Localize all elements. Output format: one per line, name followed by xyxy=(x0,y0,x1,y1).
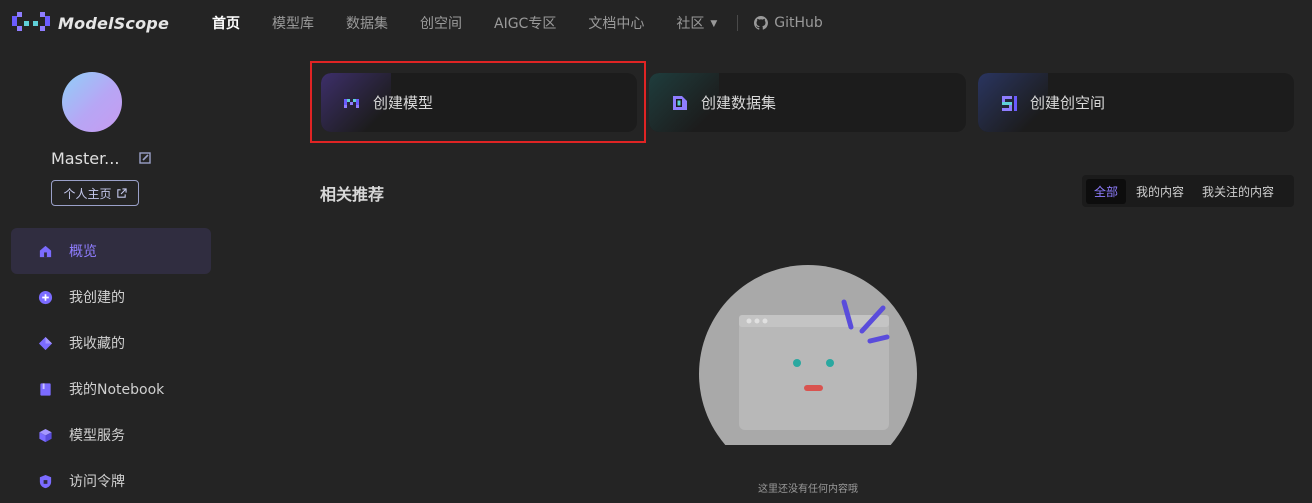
modelscope-logo-icon xyxy=(12,12,50,31)
plus-circle-icon xyxy=(38,290,53,305)
nav-studios[interactable]: 创空间 xyxy=(420,13,462,33)
home-icon xyxy=(38,244,53,259)
sidebar-item-created[interactable]: 我创建的 xyxy=(11,274,211,320)
sidebar-item-label: 我创建的 xyxy=(69,290,125,306)
recommend-filter-tabs: 全部 我的内容 我关注的内容 xyxy=(1082,175,1294,207)
token-shield-icon xyxy=(38,474,53,489)
avatar[interactable] xyxy=(62,72,122,132)
empty-state-text: 这里还没有任何内容哦 xyxy=(758,484,858,495)
sidebar-item-label: 访问令牌 xyxy=(69,474,125,490)
nav-datasets[interactable]: 数据集 xyxy=(346,13,388,33)
create-dataset-label: 创建数据集 xyxy=(701,94,777,112)
external-link-icon xyxy=(116,187,127,198)
sidebar-item-label: 模型服务 xyxy=(69,428,125,444)
personal-homepage-button[interactable]: 个人主页 xyxy=(51,180,139,206)
empty-state-illustration xyxy=(699,265,917,445)
github-link[interactable]: GitHub xyxy=(754,15,823,31)
nav-docs[interactable]: 文档中心 xyxy=(588,13,644,33)
notebook-icon xyxy=(38,382,53,397)
nav-community[interactable]: 社区 ▼ xyxy=(676,13,717,33)
model-icon xyxy=(344,98,359,108)
create-model-label: 创建模型 xyxy=(373,94,434,112)
nav-community-label: 社区 xyxy=(676,16,705,32)
sidebar-item-favorites[interactable]: 我收藏的 xyxy=(11,320,211,366)
top-navbar: ModelScope 首页 模型库 数据集 创空间 AIGC专区 文档中心 社区… xyxy=(0,0,1312,46)
main-nav: 首页 模型库 数据集 创空间 AIGC专区 文档中心 社区 ▼ GitHub xyxy=(212,0,823,46)
nav-aigc[interactable]: AIGC专区 xyxy=(494,13,556,33)
section-title-recommend: 相关推荐 xyxy=(320,185,385,204)
nav-home[interactable]: 首页 xyxy=(212,13,240,33)
sidebar-menu: 概览 我创建的 我收藏的 我的Notebook 模型服务 访问令牌 xyxy=(11,228,211,503)
sidebar-item-label: 我收藏的 xyxy=(69,336,125,352)
cube-icon xyxy=(38,428,53,443)
tab-all[interactable]: 全部 xyxy=(1086,178,1127,204)
sidebar-item-overview[interactable]: 概览 xyxy=(11,228,211,274)
personal-homepage-label: 个人主页 xyxy=(63,186,112,201)
logo-text: ModelScope xyxy=(58,13,170,33)
caret-down-icon: ▼ xyxy=(710,19,718,29)
studio-icon xyxy=(1002,95,1017,111)
sidebar-item-access-token[interactable]: 访问令牌 xyxy=(11,458,211,503)
sidebar-item-label: 概览 xyxy=(69,244,97,260)
github-label: GitHub xyxy=(774,15,823,31)
username: Master... xyxy=(51,149,120,168)
sidebar-item-notebook[interactable]: 我的Notebook xyxy=(11,366,211,412)
tab-following-content[interactable]: 我关注的内容 xyxy=(1194,179,1282,204)
nav-models[interactable]: 模型库 xyxy=(272,13,314,33)
dataset-icon xyxy=(673,95,687,110)
sidebar-item-label: 我的Notebook xyxy=(69,382,165,398)
create-dataset-card[interactable]: 创建数据集 xyxy=(649,73,966,132)
sidebar-item-model-service[interactable]: 模型服务 xyxy=(11,412,211,458)
github-icon xyxy=(754,16,769,30)
nav-divider xyxy=(737,15,739,31)
create-studio-card[interactable]: 创建创空间 xyxy=(978,73,1294,132)
tab-my-content[interactable]: 我的内容 xyxy=(1128,179,1192,204)
logo[interactable]: ModelScope xyxy=(12,12,169,34)
star-diamond-icon xyxy=(38,336,53,351)
create-studio-label: 创建创空间 xyxy=(1030,94,1106,112)
edit-icon[interactable] xyxy=(139,152,151,164)
